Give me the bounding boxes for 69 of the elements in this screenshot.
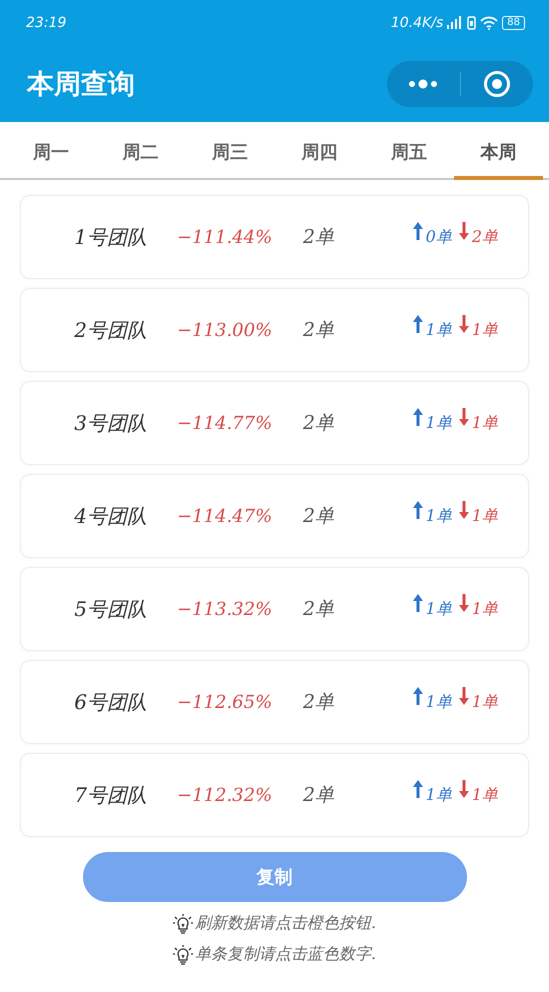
up-arrow-icon [412, 315, 423, 333]
down-count: 2单 [472, 226, 498, 248]
team-name: 5号团队 [73, 596, 147, 622]
up-count[interactable]: 0单 [426, 226, 452, 248]
team-name: 7号团队 [73, 782, 147, 808]
down-arrow-icon [458, 780, 469, 798]
down-arrow-icon [458, 687, 469, 705]
up-arrow-icon [412, 780, 423, 798]
order-count: 2单 [303, 597, 334, 622]
rate-value: −112.65% [177, 692, 274, 712]
more-icon[interactable] [408, 78, 438, 88]
hint-text: 刷新数据请点击橙色按钮. [194, 913, 376, 934]
up-arrow-icon [412, 687, 423, 705]
tab[interactable]: 周一 [6, 122, 96, 180]
down-arrow-icon [458, 315, 469, 333]
up-count[interactable]: 1单 [426, 692, 452, 712]
sim-icon [467, 16, 476, 30]
order-count: 2单 [303, 411, 334, 436]
lightbulb-icon [172, 912, 193, 934]
rate-value: −113.32% [177, 598, 274, 620]
battery-icon: 88 [502, 16, 525, 30]
tab[interactable]: 周三 [185, 122, 274, 180]
up-count[interactable]: 1单 [426, 598, 452, 620]
rate-value: −114.77% [177, 412, 274, 434]
up-arrow-icon [412, 408, 423, 426]
tab[interactable]: 周四 [274, 122, 364, 180]
down-arrow-icon [458, 501, 469, 519]
signal-icon [447, 16, 464, 30]
team-name: 4号团队 [73, 502, 147, 530]
rate-value: −114.47% [177, 506, 274, 526]
down-arrow-icon [458, 594, 469, 612]
up-arrow-icon [412, 501, 423, 519]
down-count: 1单 [472, 784, 498, 806]
tab[interactable]: 周二 [96, 122, 185, 180]
down-count: 1单 [472, 320, 498, 340]
team-name: 2号团队 [73, 316, 147, 344]
team-name: 1号团队 [73, 224, 147, 250]
rate-value: −111.44% [177, 226, 274, 248]
wifi-icon [480, 16, 498, 30]
down-arrow-icon [458, 222, 469, 240]
rate-value: −113.00% [177, 320, 274, 340]
network-speed: 10.4K/s [390, 14, 444, 30]
up-count[interactable]: 1单 [426, 412, 452, 434]
up-count[interactable]: 1单 [426, 506, 452, 526]
close-icon[interactable] [482, 70, 511, 98]
team-name: 3号团队 [73, 410, 147, 436]
hint-text: 单条复制请点击蓝色数字. [194, 944, 376, 965]
tab[interactable]: 周五 [364, 122, 454, 180]
up-arrow-icon [412, 594, 423, 612]
copy-button[interactable]: 复制 [82, 852, 466, 902]
lightbulb-icon [172, 944, 193, 966]
up-count[interactable]: 1单 [426, 320, 452, 340]
down-arrow-icon [458, 408, 469, 426]
order-count: 2单 [303, 504, 334, 529]
order-count: 2单 [303, 783, 334, 808]
page-title: 本周查询 [27, 68, 136, 102]
down-count: 1单 [472, 598, 498, 620]
up-arrow-icon [412, 222, 423, 240]
tab[interactable]: 本周 [454, 122, 543, 180]
status-time: 23:19 [26, 14, 66, 30]
order-count: 2单 [303, 690, 334, 715]
team-name: 6号团队 [73, 688, 147, 716]
up-count[interactable]: 1单 [426, 784, 452, 806]
rate-value: −112.32% [177, 784, 274, 806]
down-count: 1单 [472, 412, 498, 434]
order-count: 2单 [303, 225, 334, 250]
down-count: 1单 [472, 692, 498, 712]
down-count: 1单 [472, 506, 498, 526]
order-count: 2单 [303, 318, 334, 343]
